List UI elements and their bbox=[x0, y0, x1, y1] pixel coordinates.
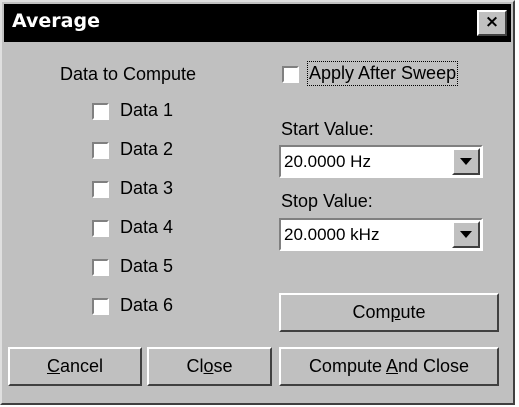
compute-and-close-button[interactable]: Compute And Close bbox=[279, 347, 499, 386]
compute-mnemonic: p bbox=[390, 302, 401, 322]
data-6-label: Data 6 bbox=[120, 295, 174, 315]
start-value-dropdown-button[interactable] bbox=[452, 148, 480, 175]
window-title: Average bbox=[12, 10, 100, 32]
apply-after-sweep-checkbox[interactable] bbox=[282, 66, 299, 83]
chevron-down-icon bbox=[460, 231, 472, 238]
start-value-label: Start Value: bbox=[281, 119, 374, 139]
compute-label-start: Com bbox=[352, 302, 391, 322]
stop-value-label: Stop Value: bbox=[281, 191, 373, 211]
cancel-mnemonic: C bbox=[46, 356, 60, 376]
start-value-text: 20.0000 Hz bbox=[284, 152, 371, 171]
data-3-checkbox[interactable] bbox=[92, 181, 109, 198]
data-6-checkbox[interactable] bbox=[92, 298, 109, 315]
stop-value-text: 20.0000 kHz bbox=[284, 225, 380, 244]
compute-and-close-mnemonic: A bbox=[385, 356, 398, 376]
data-1-checkbox[interactable] bbox=[92, 103, 109, 120]
data-5-label: Data 5 bbox=[120, 256, 174, 276]
data-4-label: Data 4 bbox=[120, 217, 174, 237]
chevron-down-icon bbox=[460, 158, 472, 165]
data-4-checkbox[interactable] bbox=[92, 220, 109, 237]
compute-and-close-label-start: Compute bbox=[308, 356, 386, 376]
data-3-label: Data 3 bbox=[120, 178, 174, 198]
title-bar[interactable]: Average × bbox=[4, 4, 511, 42]
close-button[interactable]: Close bbox=[147, 347, 272, 386]
compute-and-close-label-end: nd Close bbox=[398, 356, 470, 376]
data-2-checkbox[interactable] bbox=[92, 142, 109, 159]
start-value-select[interactable]: 20.0000 Hz bbox=[279, 145, 483, 178]
cancel-label-end: ancel bbox=[59, 356, 104, 376]
stop-value-select[interactable]: 20.0000 kHz bbox=[279, 218, 483, 251]
compute-button[interactable]: Compute bbox=[279, 293, 499, 332]
data-1-label: Data 1 bbox=[120, 100, 174, 120]
close-label-start: Cl bbox=[186, 356, 204, 376]
close-window-button[interactable]: × bbox=[477, 10, 507, 36]
close-label-end: se bbox=[213, 356, 233, 376]
data-to-compute-label: Data to Compute bbox=[60, 64, 197, 84]
compute-label-end: ute bbox=[400, 302, 426, 322]
average-dialog: Average × Data to Compute Data 1 Data 2 … bbox=[0, 0, 515, 405]
cancel-button[interactable]: Cancel bbox=[8, 347, 142, 386]
data-2-label: Data 2 bbox=[120, 139, 174, 159]
stop-value-dropdown-button[interactable] bbox=[452, 221, 480, 248]
apply-after-sweep-label[interactable]: Apply After Sweep bbox=[306, 61, 459, 86]
data-5-checkbox[interactable] bbox=[92, 259, 109, 276]
close-icon: × bbox=[484, 12, 500, 32]
close-mnemonic: o bbox=[203, 356, 214, 376]
